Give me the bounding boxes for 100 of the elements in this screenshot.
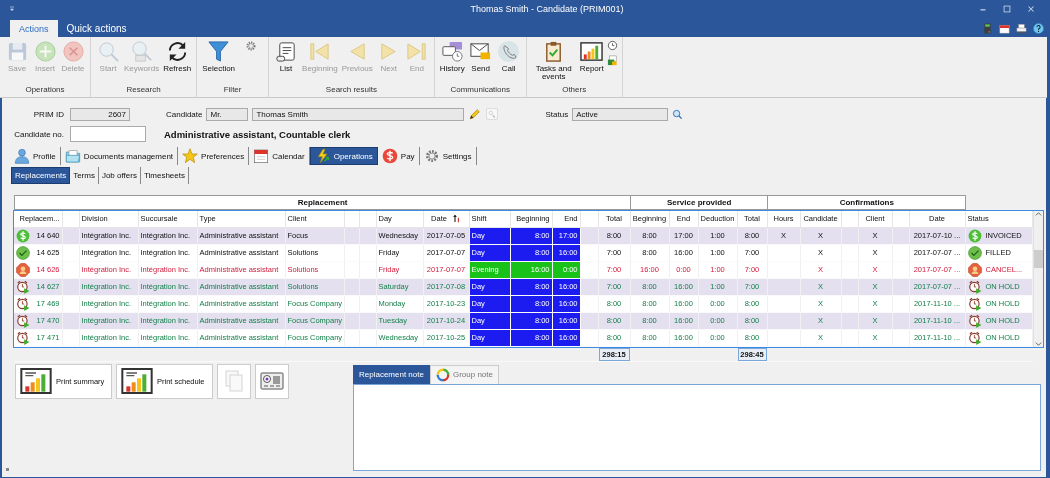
filter-icon <box>207 40 231 63</box>
settings-icon <box>423 148 440 164</box>
help-icon <box>1033 23 1044 34</box>
tab[interactable]: Settings <box>419 147 477 165</box>
id-card-icon <box>260 369 284 393</box>
field-label: Status <box>545 109 569 119</box>
tab[interactable]: Preferences <box>178 147 250 165</box>
search-icon <box>96 40 120 63</box>
spreadsheet-icon <box>606 55 618 66</box>
ribbon-button[interactable]: Send <box>467 40 494 85</box>
alarm-clock-icon <box>16 313 30 328</box>
calendar-icon <box>999 23 1010 34</box>
skip-start-icon <box>308 40 332 63</box>
phone-icon <box>497 40 521 63</box>
scrollbar[interactable] <box>1032 211 1043 347</box>
ribbon-tab[interactable]: Actions <box>10 20 58 37</box>
ribbon-button[interactable]: Tasks and events <box>530 40 577 85</box>
gauge-icon <box>435 367 450 382</box>
dollar-icon <box>967 228 982 243</box>
ribbon-tab[interactable]: Quick actions <box>57 20 136 37</box>
pencil-icon <box>468 107 482 121</box>
ribbon-button[interactable]: Call <box>495 40 522 85</box>
dollar-icon <box>381 148 398 164</box>
alarm-clock-icon <box>967 279 982 294</box>
dollar-icon <box>16 228 30 243</box>
close-button[interactable] <box>1026 4 1036 14</box>
tab[interactable]: Group note <box>429 364 499 384</box>
scroll-up-icon[interactable] <box>1034 211 1042 218</box>
tab[interactable]: Job offers <box>98 167 141 184</box>
scroll-thumb[interactable] <box>1033 249 1043 268</box>
bar-chart-icon <box>20 365 52 397</box>
group-label: Search results <box>324 85 378 96</box>
calendar-button[interactable] <box>999 23 1010 34</box>
group-label: Operations <box>24 85 66 96</box>
tab[interactable]: Operations <box>309 147 378 165</box>
alarm-clock-icon <box>967 296 982 311</box>
group-label: Communications <box>449 85 511 96</box>
print-button[interactable] <box>1016 23 1027 34</box>
field-label: PRIM ID <box>32 109 64 119</box>
settings-icon <box>245 40 258 52</box>
check-circle-icon <box>967 245 982 260</box>
column-group-header: Service provided <box>630 195 768 210</box>
note-text-area[interactable] <box>353 383 1041 471</box>
input-field[interactable]: 2607 <box>70 107 130 121</box>
input-field[interactable]: Thomas Smith <box>252 107 465 121</box>
calendar-icon <box>253 148 270 164</box>
tab[interactable]: Timesheets <box>140 167 189 184</box>
person-icon <box>14 148 30 164</box>
input-field[interactable]: Active <box>572 107 669 121</box>
calculator-button[interactable] <box>982 23 993 34</box>
quick-access-icon <box>8 5 16 13</box>
group-label: Research <box>125 85 162 96</box>
tab[interactable]: Pay <box>377 147 420 165</box>
spreadsheet-button[interactable] <box>606 55 618 66</box>
bar-chart-icon <box>121 365 153 397</box>
alarm-clock-icon <box>16 296 30 311</box>
skip-end-icon <box>405 40 429 63</box>
check-circle-icon <box>16 245 30 260</box>
calculator-icon <box>982 23 993 34</box>
ribbon-button[interactable]: Refresh <box>162 40 193 85</box>
column-group-header: Confirmations <box>767 195 966 210</box>
column-group-header: Replacement <box>14 195 631 210</box>
chat-bubbles-icon <box>440 40 464 63</box>
alarm-clock-icon <box>16 330 30 345</box>
person-search-icon <box>485 107 500 121</box>
close-icon <box>1026 4 1036 14</box>
tab[interactable]: Profile <box>10 147 61 165</box>
clock-button[interactable] <box>606 40 618 51</box>
input-field[interactable]: Mr. <box>206 107 249 121</box>
star-icon <box>182 148 199 164</box>
ribbon-button[interactable]: History <box>438 40 466 85</box>
tab[interactable]: Replacement note <box>353 364 430 384</box>
input-field[interactable] <box>70 126 146 142</box>
maximize-button[interactable] <box>1002 4 1012 14</box>
maximize-icon <box>1002 4 1012 14</box>
tab[interactable]: Documents management <box>60 147 179 165</box>
search-button[interactable] <box>672 108 684 120</box>
group-label: Filter <box>222 85 243 96</box>
tab[interactable]: Replacements <box>11 167 71 184</box>
tab[interactable]: Terms <box>70 167 99 184</box>
id-card-button[interactable] <box>255 363 289 399</box>
ribbon-button[interactable]: List <box>273 40 300 85</box>
ribbon-button[interactable]: Report <box>578 40 605 85</box>
printer-icon <box>1016 23 1027 34</box>
job-title: Administrative assistant, Countable clerk <box>164 128 351 140</box>
tab[interactable]: Calendar <box>249 147 310 165</box>
bar-chart-icon <box>580 40 604 63</box>
x-circle-icon <box>61 40 85 63</box>
alarm-clock-icon <box>16 279 30 294</box>
stop-sign-icon <box>16 262 30 277</box>
help-button[interactable] <box>1033 23 1044 34</box>
copy-icon <box>222 369 246 393</box>
scroll-down-icon[interactable] <box>1034 339 1042 347</box>
ribbon-button[interactable]: Selection <box>201 40 237 85</box>
field-label: Candidate <box>166 109 203 119</box>
sort-icon <box>451 214 461 224</box>
scroll-icon <box>274 40 298 63</box>
alarm-clock-icon <box>967 330 982 345</box>
field-label: Candidate no. <box>13 129 64 139</box>
stop-sign-icon <box>967 262 982 277</box>
